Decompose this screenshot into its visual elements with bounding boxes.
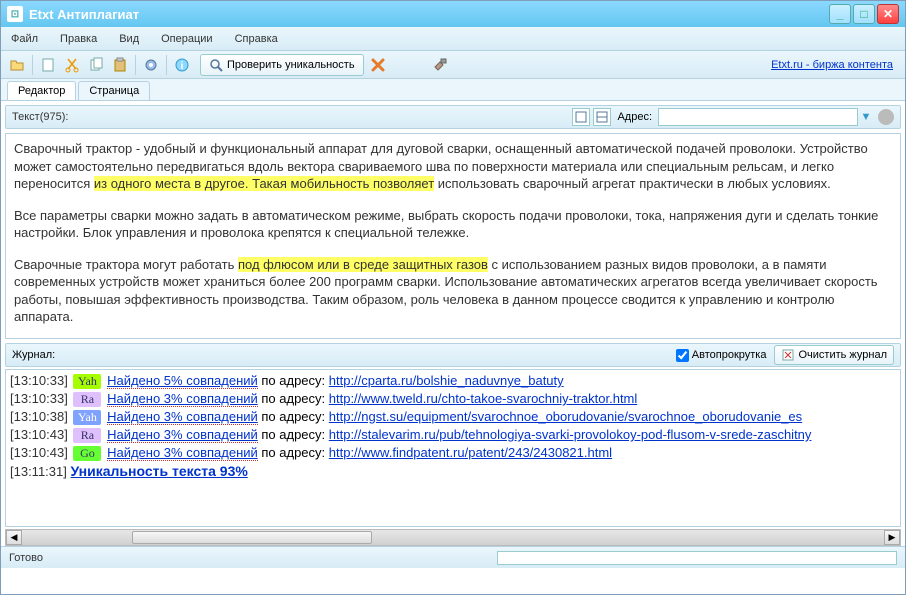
log-addr-prefix: по адресу: — [258, 391, 329, 406]
found-link[interactable]: Найдено 3% совпадений — [107, 427, 258, 443]
editor-text: использовать сварочный агрегат практичес… — [434, 176, 831, 191]
log-addr-prefix: по адресу: — [258, 373, 329, 388]
log-row: [13:10:38] Yah Найдено 3% совпадений по … — [10, 408, 896, 426]
cancel-icon[interactable] — [368, 55, 388, 75]
hammer-icon[interactable] — [430, 55, 450, 75]
text-counter: Текст(975): — [12, 111, 68, 123]
log-label: Журнал: — [12, 349, 55, 361]
close-button[interactable]: ✕ — [877, 4, 899, 24]
scroll-left-icon[interactable]: ◀ — [6, 530, 22, 545]
log-addr-prefix: по адресу: — [258, 409, 329, 424]
address-dropdown-icon[interactable]: ▼ — [858, 111, 874, 123]
log-addr-prefix: по адресу: — [258, 445, 329, 460]
log-row-final: [13:11:31] Уникальность текста 93% — [10, 462, 896, 480]
menu-file[interactable]: Файл — [11, 33, 38, 45]
autoscroll-checkbox[interactable] — [676, 349, 689, 362]
engine-badge: Yah — [73, 410, 101, 425]
editor-text: Все параметры сварки можно задать в авто… — [14, 207, 892, 242]
result-url[interactable]: http://stalevarim.ru/pub/tehnologiya-sva… — [329, 427, 812, 442]
cut-icon[interactable] — [62, 55, 82, 75]
log-timestamp: [13:10:43] — [10, 427, 68, 442]
editor-text: Сварочные трактора могут работать — [14, 257, 238, 272]
engine-badge: Go — [73, 446, 101, 461]
tab-editor[interactable]: Редактор — [7, 81, 76, 100]
info-icon[interactable]: i — [172, 55, 192, 75]
engine-badge: Ra — [73, 392, 101, 407]
log-header: Журнал: Автопрокрутка Очистить журнал — [5, 343, 901, 367]
found-link[interactable]: Найдено 3% совпадений — [107, 445, 258, 461]
log-timestamp: [13:10:33] — [10, 391, 68, 406]
globe-icon[interactable] — [878, 109, 894, 125]
log-area[interactable]: [13:10:33] Yah Найдено 5% совпадений по … — [5, 369, 901, 527]
toolbar: i Проверить уникальность Etxt.ru - биржа… — [1, 51, 905, 79]
status-text: Готово — [9, 552, 43, 564]
menu-view[interactable]: Вид — [119, 33, 139, 45]
address-label: Адрес: — [617, 111, 652, 123]
magnifier-icon — [209, 58, 223, 72]
engine-badge: Yah — [73, 374, 101, 389]
address-input[interactable] — [658, 108, 858, 126]
result-url[interactable]: http://www.tweld.ru/chto-takoe-svarochni… — [329, 391, 638, 406]
found-link[interactable]: Найдено 5% совпадений — [107, 373, 258, 389]
editor-subbar: Текст(975): Адрес: ▼ — [5, 105, 901, 129]
log-timestamp: [13:11:31] — [10, 464, 67, 479]
log-timestamp: [13:10:33] — [10, 373, 68, 388]
scroll-thumb[interactable] — [132, 531, 372, 544]
scroll-right-icon[interactable]: ▶ — [884, 530, 900, 545]
result-url[interactable]: http://cparta.ru/bolshie_naduvnye_batuty — [329, 373, 564, 388]
gear-icon[interactable] — [141, 55, 161, 75]
menubar: Файл Правка Вид Операции Справка — [1, 27, 905, 51]
window-title: Etxt Антиплагиат — [29, 7, 139, 22]
uniqueness-result[interactable]: Уникальность текста 93% — [71, 463, 248, 479]
log-row: [13:10:43] Go Найдено 3% совпадений по а… — [10, 444, 896, 462]
result-url[interactable]: http://www.findpatent.ru/patent/243/2430… — [329, 445, 612, 460]
svg-text:i: i — [181, 61, 184, 72]
statusbar: Готово — [1, 546, 905, 568]
newdoc-icon[interactable] — [38, 55, 58, 75]
check-uniqueness-button[interactable]: Проверить уникальность — [200, 54, 364, 76]
horizontal-scrollbar[interactable]: ◀ ▶ — [5, 529, 901, 546]
engine-badge: Ra — [73, 428, 101, 443]
highlight: из одного места в другое. Такая мобильно… — [94, 176, 434, 191]
log-row: [13:10:33] Yah Найдено 5% совпадений по … — [10, 372, 896, 390]
clear-icon — [781, 348, 795, 362]
log-addr-prefix: по адресу: — [258, 427, 329, 442]
open-icon[interactable] — [7, 55, 27, 75]
log-timestamp: [13:10:43] — [10, 445, 68, 460]
paste-icon[interactable] — [110, 55, 130, 75]
log-row: [13:10:43] Ra Найдено 3% совпадений по а… — [10, 426, 896, 444]
titlebar: ⊡ Etxt Антиплагиат _ □ ✕ — [1, 1, 905, 27]
clear-label: Очистить журнал — [798, 349, 887, 361]
found-link[interactable]: Найдено 3% совпадений — [107, 391, 258, 407]
minimize-button[interactable]: _ — [829, 4, 851, 24]
view-mode-single-icon[interactable] — [572, 108, 590, 126]
app-icon: ⊡ — [7, 6, 23, 22]
result-url[interactable]: http://ngst.su/equipment/svarochnoe_obor… — [329, 409, 802, 424]
highlight: под флюсом или в среде защитных газов — [238, 257, 488, 272]
copy-icon[interactable] — [86, 55, 106, 75]
menu-operations[interactable]: Операции — [161, 33, 212, 45]
autoscroll-label: Автопрокрутка — [692, 349, 767, 361]
menu-edit[interactable]: Правка — [60, 33, 97, 45]
progress-bar — [497, 551, 897, 565]
log-row: [13:10:33] Ra Найдено 3% совпадений по а… — [10, 390, 896, 408]
view-mode-split-icon[interactable] — [593, 108, 611, 126]
editor-area[interactable]: Сварочный трактор - удобный и функционал… — [5, 133, 901, 339]
check-label: Проверить уникальность — [227, 59, 355, 71]
maximize-button[interactable]: □ — [853, 4, 875, 24]
found-link[interactable]: Найдено 3% совпадений — [107, 409, 258, 425]
log-timestamp: [13:10:38] — [10, 409, 68, 424]
clear-log-button[interactable]: Очистить журнал — [774, 345, 894, 365]
exchange-link[interactable]: Etxt.ru - биржа контента — [771, 59, 893, 71]
tab-page[interactable]: Страница — [78, 81, 150, 100]
tabbar: Редактор Страница — [1, 79, 905, 101]
menu-help[interactable]: Справка — [235, 33, 278, 45]
